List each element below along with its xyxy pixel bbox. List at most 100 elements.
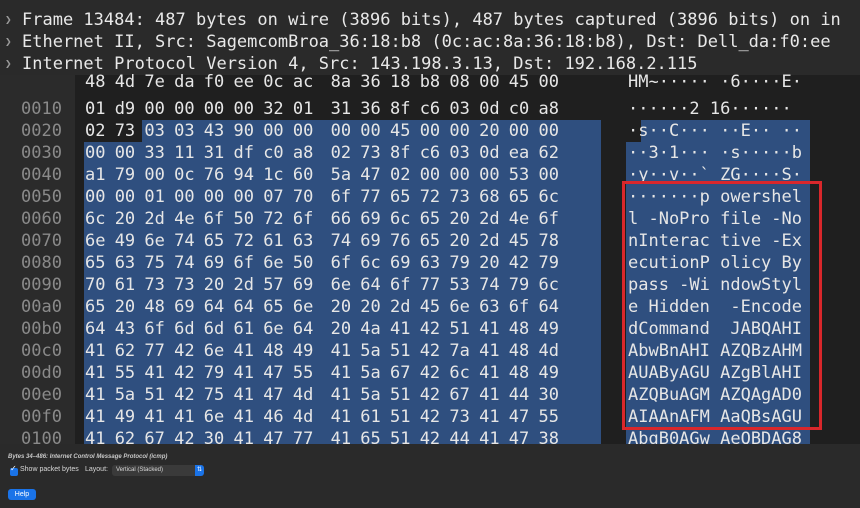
hex-byte[interactable]: 6e bbox=[263, 318, 289, 340]
hex-byte[interactable]: 41 bbox=[85, 340, 111, 362]
hex-byte[interactable]: 6e bbox=[331, 274, 357, 296]
hex-byte[interactable]: 6f bbox=[144, 318, 170, 340]
hex-byte[interactable]: 8f bbox=[390, 142, 416, 164]
hex-byte[interactable]: 4a bbox=[360, 318, 386, 340]
hex-byte[interactable]: 4d bbox=[293, 384, 319, 406]
hex-byte[interactable]: 00 bbox=[204, 186, 230, 208]
hex-byte[interactable]: 61 bbox=[115, 274, 141, 296]
hex-byte[interactable]: 67 bbox=[449, 384, 475, 406]
hex-byte[interactable]: 6f bbox=[390, 274, 416, 296]
hex-byte[interactable]: 0c bbox=[263, 71, 289, 93]
hex-byte[interactable]: 00 bbox=[331, 120, 357, 142]
hex-byte[interactable]: 00 bbox=[144, 164, 170, 186]
hex-byte[interactable]: 6c bbox=[539, 274, 565, 296]
hex-byte[interactable]: 73 bbox=[449, 186, 475, 208]
hex-byte[interactable]: 41 bbox=[85, 362, 111, 384]
hex-byte[interactable]: 41 bbox=[331, 406, 357, 428]
hex-byte[interactable]: ee bbox=[234, 71, 260, 93]
hex-byte[interactable]: 41 bbox=[234, 340, 260, 362]
hex-byte[interactable]: 45 bbox=[420, 296, 446, 318]
hex-byte[interactable]: 01 bbox=[85, 98, 111, 120]
hex-byte[interactable]: b8 bbox=[420, 71, 446, 93]
hex-byte[interactable]: 00 bbox=[539, 120, 565, 142]
hex-byte[interactable]: 6f bbox=[293, 208, 319, 230]
hex-byte[interactable]: 53 bbox=[449, 274, 475, 296]
hex-byte[interactable]: 41 bbox=[390, 318, 416, 340]
hex-byte[interactable]: 75 bbox=[204, 384, 230, 406]
hex-byte[interactable]: 20 bbox=[360, 296, 386, 318]
hex-byte[interactable]: 6c bbox=[85, 208, 111, 230]
hex-byte[interactable]: a8 bbox=[539, 98, 565, 120]
hex-byte[interactable]: 6c bbox=[390, 208, 416, 230]
hex-byte[interactable]: 4d bbox=[293, 406, 319, 428]
hex-byte[interactable]: 44 bbox=[509, 384, 535, 406]
hex-byte[interactable]: 4d bbox=[539, 340, 565, 362]
hex-byte[interactable]: 07 bbox=[263, 186, 289, 208]
hex-byte[interactable]: 2d bbox=[390, 296, 416, 318]
hex-byte[interactable]: 00 bbox=[174, 98, 200, 120]
hex-byte[interactable]: 65 bbox=[85, 296, 111, 318]
hex-byte[interactable]: 41 bbox=[479, 384, 505, 406]
hex-byte[interactable]: 00 bbox=[539, 164, 565, 186]
hex-byte[interactable]: 42 bbox=[420, 384, 446, 406]
hex-byte[interactable]: 36 bbox=[360, 98, 386, 120]
hex-byte[interactable]: 57 bbox=[263, 274, 289, 296]
hex-byte[interactable]: 65 bbox=[420, 230, 446, 252]
hex-byte[interactable]: 41 bbox=[479, 340, 505, 362]
hex-byte[interactable]: 4d bbox=[115, 71, 141, 93]
hex-byte[interactable]: 00 bbox=[174, 186, 200, 208]
hex-byte[interactable]: 64 bbox=[293, 318, 319, 340]
hex-byte[interactable]: c6 bbox=[420, 142, 446, 164]
hex-byte[interactable]: 53 bbox=[509, 164, 535, 186]
hex-byte[interactable]: 49 bbox=[539, 318, 565, 340]
hex-byte[interactable]: 69 bbox=[174, 296, 200, 318]
hex-row[interactable]: 0020 02 73 03 03 43 90 00 00 00 00 45 00 00 20 00 00 ·s··… bbox=[0, 120, 860, 142]
hex-byte[interactable]: 42 bbox=[174, 340, 200, 362]
hex-byte[interactable]: 76 bbox=[390, 230, 416, 252]
hex-byte[interactable]: 77 bbox=[420, 274, 446, 296]
hex-byte[interactable]: 64 bbox=[234, 296, 260, 318]
hex-byte[interactable]: 20 bbox=[449, 208, 475, 230]
hex-byte[interactable]: 6f bbox=[234, 252, 260, 274]
hex-byte[interactable]: 5a bbox=[115, 384, 141, 406]
hex-byte[interactable]: 73 bbox=[449, 406, 475, 428]
hex-byte[interactable]: 65 bbox=[204, 230, 230, 252]
hex-byte[interactable]: 6f bbox=[509, 296, 535, 318]
hex-byte[interactable]: 72 bbox=[263, 208, 289, 230]
hex-byte[interactable]: 42 bbox=[509, 252, 535, 274]
hex-byte[interactable]: 63 bbox=[293, 230, 319, 252]
hex-byte[interactable]: 46 bbox=[263, 406, 289, 428]
hex-byte[interactable]: 00 bbox=[539, 71, 565, 93]
hex-byte[interactable]: 74 bbox=[174, 230, 200, 252]
hex-byte[interactable]: 33 bbox=[144, 142, 170, 164]
hex-byte[interactable]: 63 bbox=[115, 252, 141, 274]
hex-byte[interactable]: 00 bbox=[234, 186, 260, 208]
hex-byte[interactable]: 72 bbox=[420, 186, 446, 208]
hex-byte[interactable]: 49 bbox=[115, 406, 141, 428]
hex-byte[interactable]: df bbox=[234, 142, 260, 164]
ascii-text[interactable]: ······2 16······ bbox=[628, 98, 792, 120]
hex-byte[interactable]: 77 bbox=[360, 186, 386, 208]
hex-byte[interactable]: c0 bbox=[509, 98, 535, 120]
hex-byte[interactable]: 4e bbox=[509, 208, 535, 230]
hex-byte[interactable]: 02 bbox=[390, 164, 416, 186]
hex-byte[interactable]: 6e bbox=[204, 406, 230, 428]
hex-byte[interactable]: 69 bbox=[390, 252, 416, 274]
hex-byte[interactable]: 41 bbox=[234, 406, 260, 428]
hex-byte[interactable]: 64 bbox=[360, 274, 386, 296]
hex-byte[interactable]: 20 bbox=[115, 296, 141, 318]
hex-byte[interactable]: 41 bbox=[144, 406, 170, 428]
hex-byte[interactable]: 65 bbox=[390, 186, 416, 208]
hex-byte[interactable]: 20 bbox=[204, 274, 230, 296]
hex-byte[interactable]: 41 bbox=[144, 362, 170, 384]
hex-byte[interactable]: 00 bbox=[144, 98, 170, 120]
hex-byte[interactable]: 90 bbox=[234, 120, 260, 142]
hex-byte[interactable]: 03 bbox=[144, 120, 170, 142]
hex-byte[interactable]: 51 bbox=[144, 384, 170, 406]
hex-byte[interactable]: 2d bbox=[479, 208, 505, 230]
hex-byte[interactable]: 20 bbox=[479, 252, 505, 274]
hex-byte[interactable]: 61 bbox=[263, 230, 289, 252]
hex-byte[interactable]: 41 bbox=[174, 406, 200, 428]
hex-byte[interactable]: f0 bbox=[204, 71, 230, 93]
hex-byte[interactable]: 00 bbox=[115, 186, 141, 208]
